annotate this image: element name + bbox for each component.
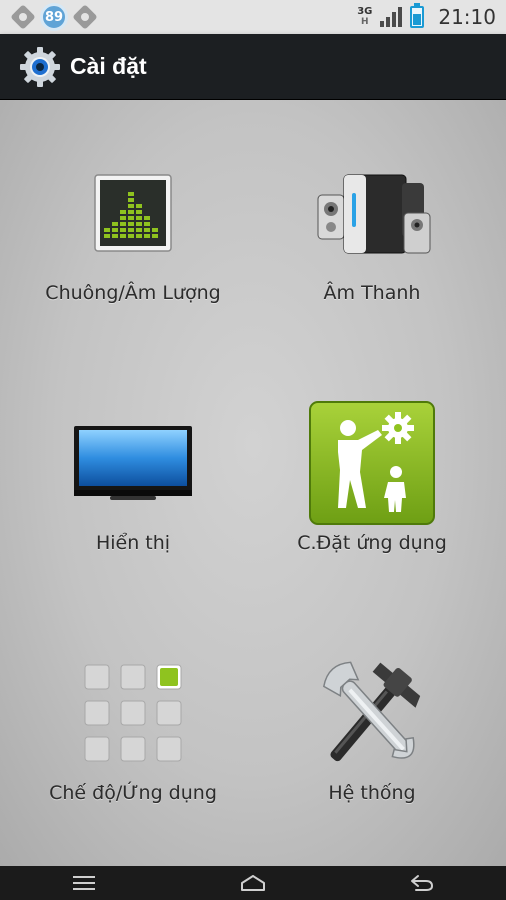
- tools-icon: [297, 648, 447, 778]
- tile-ringtone-volume[interactable]: Chuông/Âm Lượng: [17, 100, 249, 330]
- menu-icon: [73, 876, 96, 890]
- status-system-icons: 3G H 21:10: [357, 0, 496, 34]
- status-notifications: 89: [0, 3, 98, 31]
- network-type: 3G H: [357, 6, 373, 28]
- notification-count: 89: [44, 9, 64, 25]
- settings-gear-icon[interactable]: [18, 45, 62, 89]
- tile-label: Chuông/Âm Lượng: [45, 282, 221, 304]
- tile-system[interactable]: Hệ thống: [256, 600, 488, 830]
- back-icon: [410, 875, 433, 891]
- grid-apps-icon: [58, 648, 208, 778]
- page-title: Cài đặt: [70, 53, 147, 79]
- action-bar: Cài đặt: [0, 34, 506, 100]
- badge-89-icon: 89: [40, 3, 68, 31]
- home-button[interactable]: [223, 866, 283, 900]
- settings-grid: Chuông/Âm Lượng Âm Thanh Hiển thị C.Đặt …: [0, 100, 506, 866]
- battery-charging-icon: [410, 3, 425, 28]
- signal-icon: [380, 7, 403, 27]
- tile-label: Hệ thống: [328, 782, 416, 804]
- equalizer-icon: [58, 148, 208, 278]
- status-clock: 21:10: [438, 5, 496, 29]
- app-settings-icon: [297, 398, 447, 528]
- monitor-icon: [58, 398, 208, 528]
- tile-label: Hiển thị: [95, 532, 171, 554]
- navigation-bar: [0, 866, 506, 900]
- menu-button[interactable]: [54, 866, 114, 900]
- network-type-label: 3G: [357, 6, 373, 17]
- network-sub-label: H: [361, 17, 369, 27]
- app-notification-icon: [10, 4, 36, 30]
- tile-app-settings[interactable]: C.Đặt ứng dụng: [256, 350, 488, 580]
- back-button[interactable]: [392, 866, 452, 900]
- tile-label: Âm Thanh: [323, 282, 421, 304]
- tile-label: C.Đặt ứng dụng: [297, 532, 447, 554]
- home-icon: [240, 875, 265, 891]
- tile-label: Chế độ/Ứng dụng: [49, 782, 217, 804]
- tile-mode-apps[interactable]: Chế độ/Ứng dụng: [17, 600, 249, 830]
- tile-display[interactable]: Hiển thị: [17, 350, 249, 580]
- speakers-icon: [297, 148, 447, 278]
- app-notification-icon: [72, 4, 98, 30]
- tile-sound[interactable]: Âm Thanh: [256, 100, 488, 330]
- status-bar: 89 3G H 21:10: [0, 0, 506, 34]
